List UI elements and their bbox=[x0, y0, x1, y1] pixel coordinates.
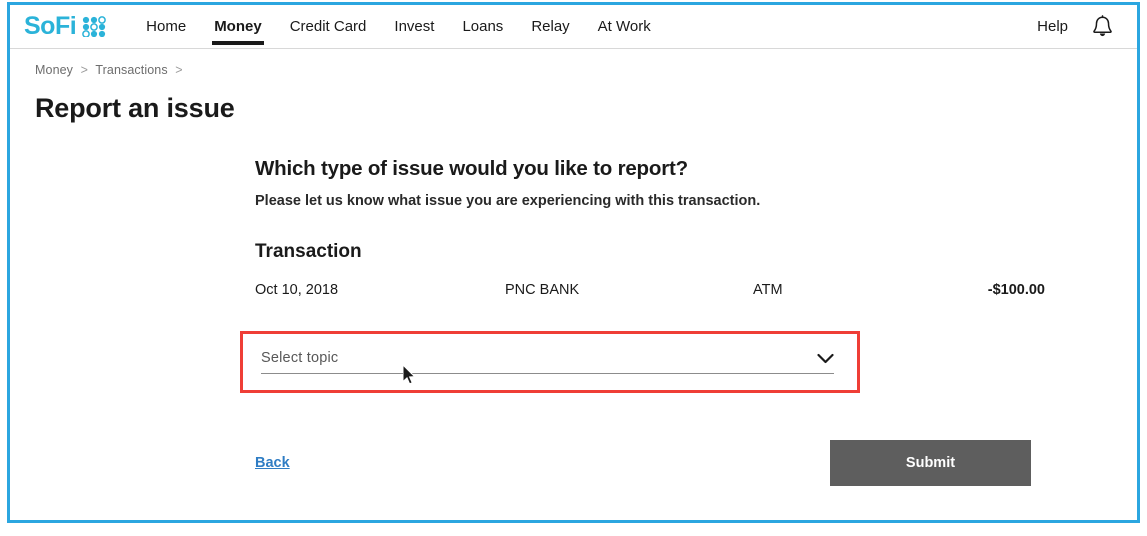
topic-select-highlight: Select topic bbox=[240, 331, 860, 393]
report-issue-form: Which type of issue would you like to re… bbox=[240, 157, 1045, 486]
breadcrumb-separator: > bbox=[80, 63, 89, 77]
nav-right-group: Help bbox=[1037, 14, 1123, 39]
sofi-wordmark: SoFi bbox=[24, 12, 77, 40]
submit-button[interactable]: Submit bbox=[830, 440, 1031, 486]
transaction-amount: -$100.00 bbox=[987, 282, 1045, 298]
chevron-down-icon[interactable] bbox=[817, 353, 834, 364]
transaction-date: Oct 10, 2018 bbox=[255, 282, 339, 298]
topic-select[interactable]: Select topic bbox=[261, 350, 834, 374]
form-heading: Which type of issue would you like to re… bbox=[255, 157, 688, 180]
transaction-section-label: Transaction bbox=[255, 241, 362, 262]
sofi-logo[interactable]: SoFi bbox=[24, 12, 107, 40]
nav-item-money[interactable]: Money bbox=[200, 5, 276, 48]
back-link[interactable]: Back bbox=[255, 455, 290, 471]
nav-item-home[interactable]: Home bbox=[132, 5, 200, 48]
app-window: SoFi Home Money Credit Card Invest Loans… bbox=[7, 2, 1140, 523]
nav-item-at-work[interactable]: At Work bbox=[584, 5, 665, 48]
page-content: Money > Transactions > Report an issue W… bbox=[10, 49, 1137, 486]
form-subtext: Please let us know what issue you are ex… bbox=[255, 193, 761, 209]
breadcrumb-item-transactions[interactable]: Transactions bbox=[95, 63, 167, 77]
nav-item-loans[interactable]: Loans bbox=[448, 5, 517, 48]
transaction-description: PNC BANK bbox=[505, 282, 580, 298]
nav-item-list: Home Money Credit Card Invest Loans Rela… bbox=[132, 5, 665, 48]
top-navigation-bar: SoFi Home Money Credit Card Invest Loans… bbox=[10, 5, 1137, 49]
help-link[interactable]: Help bbox=[1037, 18, 1068, 35]
nav-item-credit-card[interactable]: Credit Card bbox=[276, 5, 381, 48]
nav-item-invest[interactable]: Invest bbox=[380, 5, 448, 48]
form-actions: Back Submit bbox=[255, 440, 1031, 486]
breadcrumb-item-money[interactable]: Money bbox=[35, 63, 73, 77]
transaction-row: Oct 10, 2018 PNC BANK ATM -$100.00 bbox=[255, 282, 1045, 298]
notification-bell-icon[interactable] bbox=[1092, 14, 1113, 39]
transaction-type: ATM bbox=[753, 282, 783, 298]
nav-item-relay[interactable]: Relay bbox=[517, 5, 583, 48]
topic-select-placeholder: Select topic bbox=[261, 350, 339, 366]
sofi-dot-grid-icon bbox=[82, 16, 107, 37]
breadcrumb-trailing-separator: > bbox=[175, 63, 183, 77]
page-title: Report an issue bbox=[35, 93, 235, 123]
breadcrumb: Money > Transactions > bbox=[10, 63, 1137, 77]
